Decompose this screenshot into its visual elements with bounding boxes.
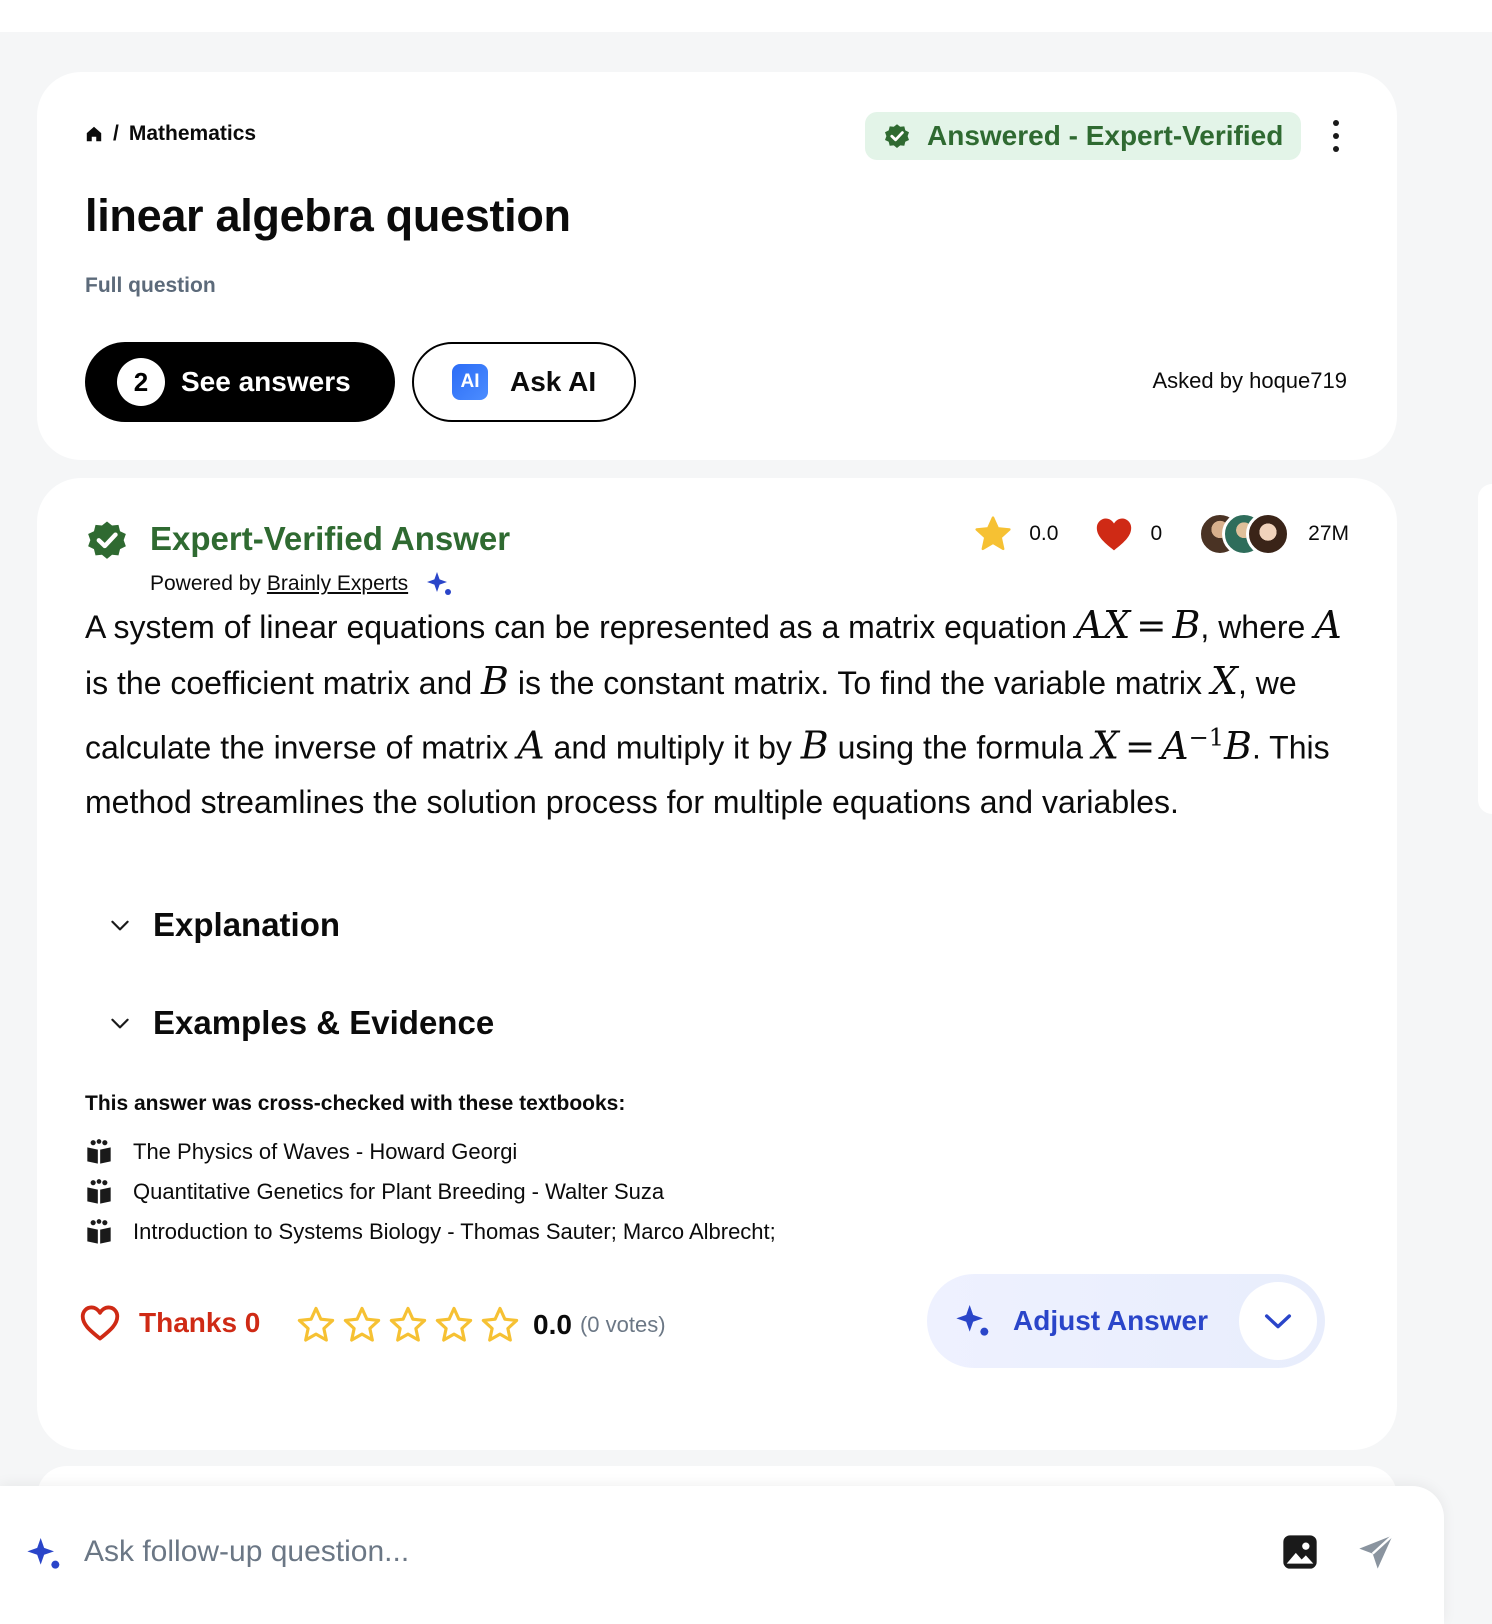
- star-icon[interactable]: [973, 514, 1013, 554]
- ask-ai-label: Ask AI: [510, 366, 597, 397]
- followup-bar: [0, 1486, 1444, 1624]
- answer-text-run: is the constant matrix. To find the vari…: [508, 665, 1211, 701]
- section-title: Examples & Evidence: [153, 1004, 495, 1041]
- status-badge: Answered - Expert-Verified: [865, 112, 1302, 160]
- question-title: linear algebra question: [85, 190, 571, 241]
- breadcrumb-separator: /: [113, 122, 119, 145]
- math-operator: =: [1125, 726, 1156, 768]
- thanks-label: Thanks 0: [139, 1307, 261, 1338]
- ai-icon: AI: [452, 364, 488, 400]
- heart-icon[interactable]: [1094, 516, 1134, 552]
- math-var: B: [1224, 723, 1252, 768]
- chevron-down-icon: [1264, 1314, 1292, 1329]
- answer-text-run: using the formula: [828, 729, 1092, 766]
- breadcrumb: / Mathematics: [85, 122, 256, 146]
- breadcrumb-subject[interactable]: Mathematics: [129, 122, 256, 146]
- ask-ai-button[interactable]: AI Ask AI: [412, 342, 636, 422]
- thanks-button[interactable]: Thanks 0: [79, 1304, 260, 1342]
- verified-icon: [885, 124, 909, 148]
- status-text: Answered - Expert-Verified: [927, 120, 1284, 151]
- math-var: A: [1314, 603, 1342, 647]
- see-answers-button[interactable]: 2 See answers: [85, 342, 395, 422]
- viewer-avatars: [1198, 512, 1291, 556]
- section-title: Explanation: [153, 906, 341, 943]
- math-var: X: [1210, 659, 1238, 703]
- rating-votes: (0 votes): [579, 1312, 666, 1337]
- adjust-dropdown-toggle[interactable]: [1239, 1282, 1317, 1360]
- textbook-item: Quantitative Genetics for Plant Breeding…: [85, 1178, 664, 1206]
- answer-text: A system of linear equations can be repr…: [85, 598, 1355, 829]
- side-panel-edge: [1478, 484, 1492, 814]
- book-icon: [87, 1139, 111, 1164]
- textbook-item: The Physics of Waves - Howard Georgi: [85, 1138, 517, 1166]
- star-outline-icon[interactable]: [387, 1304, 429, 1346]
- math-var: B: [1172, 603, 1201, 647]
- star-outline-icon[interactable]: [295, 1304, 337, 1346]
- rating-value: 0.0: [1029, 522, 1059, 545]
- textbook-title: The Physics of Waves - Howard Georgi: [133, 1139, 518, 1164]
- sparkle-icon: [956, 1305, 989, 1336]
- question-card: / Mathematics Answered - Expert-Verified…: [37, 72, 1397, 460]
- answer-text-run: and multiply it by: [544, 729, 801, 766]
- powered-by-label: Powered by: [150, 572, 261, 595]
- book-icon: [87, 1219, 111, 1244]
- textbook-title: Quantitative Genetics for Plant Breeding…: [133, 1179, 665, 1204]
- answer-card: Expert-Verified Answer Powered by Brainl…: [37, 478, 1397, 1450]
- asked-by[interactable]: Asked by hoque719: [1153, 368, 1348, 394]
- sparkle-icon: [427, 572, 452, 595]
- adjust-answer-button[interactable]: Adjust Answer: [927, 1274, 1325, 1368]
- math-var: B: [481, 659, 509, 703]
- heart-outline-icon: [80, 1305, 120, 1341]
- textbook-title: Introduction to Systems Biology - Thomas…: [133, 1219, 776, 1244]
- rating-row: 0.0 (0 votes): [295, 1304, 666, 1346]
- crosscheck-label: This answer was cross-checked with these…: [85, 1092, 626, 1115]
- see-answers-label: See answers: [181, 366, 351, 397]
- more-options-icon[interactable]: [1327, 120, 1345, 152]
- top-bar: [0, 0, 1492, 32]
- powered-by: Powered by Brainly Experts: [150, 570, 456, 598]
- star-outline-icon[interactable]: [479, 1304, 521, 1346]
- image-upload-icon[interactable]: [1280, 1532, 1320, 1572]
- send-icon[interactable]: [1356, 1532, 1396, 1572]
- math-var: A: [1161, 723, 1189, 768]
- answers-count-badge: 2: [117, 358, 165, 406]
- likes-count: 0: [1150, 522, 1163, 545]
- home-icon[interactable]: [85, 125, 103, 143]
- brainly-experts-link[interactable]: Brainly Experts: [267, 572, 408, 596]
- rating-score: 0.0: [533, 1309, 572, 1340]
- math-operator: =: [1136, 606, 1167, 647]
- answer-text-run: is the coefficient matrix and: [85, 665, 482, 701]
- avatar: [1246, 512, 1291, 556]
- adjust-answer-label: Adjust Answer: [1013, 1305, 1208, 1336]
- verified-icon: [88, 521, 126, 559]
- star-outline-icon[interactable]: [341, 1304, 383, 1346]
- explanation-section-toggle[interactable]: Explanation: [107, 906, 340, 944]
- examples-section-toggle[interactable]: Examples & Evidence: [107, 1004, 494, 1042]
- full-question-link[interactable]: Full question: [85, 274, 216, 298]
- math-var: B: [800, 723, 829, 768]
- answer-stats: 0.0 0 27M: [973, 506, 1349, 562]
- chevron-down-icon: [111, 920, 129, 931]
- answer-text-run: , where: [1200, 609, 1315, 645]
- rating-stars: [295, 1304, 521, 1346]
- chevron-down-icon: [111, 1018, 129, 1029]
- sparkle-icon: [27, 1538, 60, 1569]
- expert-verified-title: Expert-Verified Answer: [150, 520, 511, 557]
- star-outline-icon[interactable]: [433, 1304, 475, 1346]
- math-var: A: [517, 723, 545, 768]
- book-icon: [87, 1179, 111, 1204]
- math-var: AX: [1075, 603, 1131, 647]
- math-var: X: [1091, 723, 1119, 768]
- math-var: A−1B: [1161, 723, 1252, 768]
- textbook-item: Introduction to Systems Biology - Thomas…: [85, 1218, 776, 1246]
- followup-input[interactable]: [84, 1524, 1184, 1580]
- math-exponent: −1: [1188, 723, 1225, 751]
- answer-text-run: A system of linear equations can be repr…: [85, 609, 1076, 645]
- views-count: 27M: [1308, 522, 1349, 545]
